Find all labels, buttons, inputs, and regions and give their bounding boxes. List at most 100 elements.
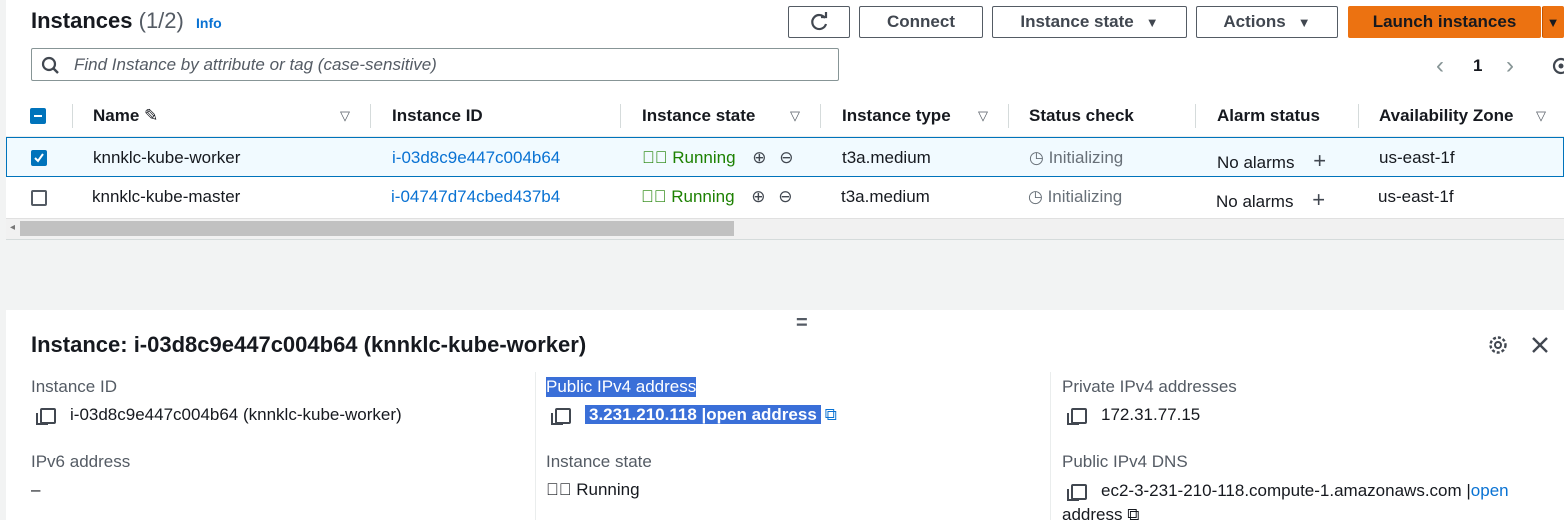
scrollbar-thumb[interactable] — [20, 221, 734, 236]
cell-alarm-status: No alarms + — [1216, 187, 1325, 213]
sort-icon[interactable]: ▽ — [1536, 108, 1546, 124]
alarm-text: No alarms — [1216, 192, 1294, 211]
public-ipv4-value: 3.231.210.118 |open address ⧉ — [551, 405, 837, 425]
zoom-in-icon[interactable]: ⊕ — [751, 187, 765, 207]
refresh-icon — [811, 12, 828, 31]
external-link-icon[interactable]: ⧉ — [825, 405, 837, 424]
sort-icon[interactable]: ▽ — [340, 108, 350, 124]
instance-state-dropdown[interactable]: Instance state ▼ — [992, 6, 1187, 38]
row-checkbox[interactable] — [31, 150, 47, 166]
copy-icon[interactable] — [1067, 483, 1087, 501]
previous-page-icon[interactable]: ‹ — [1436, 52, 1444, 80]
page-title: Instances (1/2) — [31, 8, 184, 33]
sort-icon[interactable]: ▽ — [790, 108, 800, 124]
select-all-checkbox[interactable] — [30, 108, 46, 124]
column-divider — [535, 372, 536, 520]
column-header-alarm-status[interactable]: Alarm status — [1217, 106, 1320, 126]
next-page-icon[interactable]: › — [1506, 52, 1514, 80]
instance-id-value: i-03d8c9e447c004b64 (knnklc-kube-worker) — [36, 405, 402, 425]
cell-name: knnklc-kube-master — [92, 187, 241, 206]
cell-instance-id-link[interactable]: i-04747d74cbed437b4 — [391, 187, 560, 207]
row-checkbox[interactable] — [31, 190, 47, 206]
refresh-button[interactable] — [788, 6, 850, 38]
cell-availability-zone: us-east-1f — [1379, 148, 1455, 167]
cell-status-check: ◷ Initializing — [1028, 187, 1122, 207]
column-header-status-check[interactable]: Status check — [1029, 106, 1134, 126]
add-alarm-icon[interactable]: + — [1312, 187, 1325, 212]
actions-label: Actions — [1223, 12, 1286, 31]
instance-state-label: Instance state — [1020, 12, 1134, 31]
column-header-name[interactable]: Name ✎ — [93, 106, 158, 126]
cell-alarm-status: No alarms + — [1217, 148, 1326, 174]
ipv6-value: – — [31, 480, 41, 499]
private-ipv4-label: Private IPv4 addresses — [1062, 377, 1237, 396]
public-dns-value: ec2-3-231-210-118.compute-1.amazonaws.co… — [1067, 481, 1509, 501]
settings-gear-icon[interactable] — [1487, 334, 1509, 356]
caret-down-icon: ▼ — [1546, 14, 1560, 30]
state-text: Running — [672, 148, 736, 167]
zoom-in-icon[interactable]: ⊕ — [752, 148, 766, 168]
zoom-out-icon[interactable]: ⊖ — [778, 187, 792, 207]
status-text: Initializing — [1048, 148, 1124, 167]
alarm-text: No alarms — [1217, 153, 1295, 172]
state-text: Running — [576, 480, 640, 499]
private-ipv4-value: 172.31.77.15 — [1067, 405, 1201, 425]
actions-dropdown[interactable]: Actions ▼ — [1196, 6, 1338, 38]
status-text: Initializing — [1047, 187, 1123, 206]
scroll-left-icon[interactable]: ◂ — [10, 222, 15, 233]
zoom-out-icon[interactable]: ⊖ — [779, 148, 793, 168]
private-ipv4-text: 172.31.77.15 — [1101, 405, 1201, 424]
column-header-instance-type[interactable]: Instance type — [842, 106, 951, 126]
column-header-instance-state[interactable]: Instance state — [642, 106, 755, 126]
check-circle-icon: ✓⃝ — [641, 187, 667, 206]
open-address-link[interactable]: open — [1471, 481, 1509, 500]
copy-icon[interactable] — [1067, 407, 1087, 425]
copy-icon[interactable] — [551, 407, 571, 425]
cell-instance-type: t3a.medium — [842, 148, 931, 167]
check-circle-icon: ✓⃝ — [546, 480, 572, 499]
table-row[interactable]: knnklc-kube-worker i-03d8c9e447c004b64 ✓… — [6, 137, 1564, 177]
connect-button[interactable]: Connect — [859, 6, 983, 38]
instance-id-label: Instance ID — [31, 377, 117, 396]
address-text[interactable]: address — [1062, 505, 1122, 524]
cell-name: knnklc-kube-worker — [93, 148, 241, 167]
search-input[interactable] — [72, 53, 836, 76]
launch-dropdown-button[interactable]: ▼ — [1542, 6, 1564, 38]
selection-count: (1/2) — [138, 8, 184, 33]
column-header-availability-zone[interactable]: Availability Zone — [1379, 106, 1513, 126]
cell-availability-zone: us-east-1f — [1378, 187, 1454, 206]
public-dns-text: ec2-3-231-210-118.compute-1.amazonaws.co… — [1101, 481, 1471, 500]
public-ipv4-text[interactable]: 3.231.210.118 |open address — [585, 405, 821, 424]
instance-state-value: ✓⃝ Running — [546, 480, 640, 500]
column-header-instance-id[interactable]: Instance ID — [392, 106, 483, 126]
table-row[interactable]: knnklc-kube-master i-04747d74cbed437b4 ✓… — [6, 177, 1564, 217]
open-address-link-continued[interactable]: address ⧉ — [1062, 505, 1139, 525]
copy-icon[interactable] — [36, 407, 56, 425]
details-title: Instance: i-03d8c9e447c004b64 (knnklc-ku… — [31, 332, 587, 357]
public-dns-label: Public IPv4 DNS — [1062, 452, 1188, 471]
column-divider — [1050, 372, 1051, 520]
settings-gear-icon[interactable] — [1550, 54, 1564, 78]
launch-instances-button[interactable]: Launch instances — [1348, 6, 1541, 38]
info-link[interactable]: Info — [196, 15, 222, 31]
page-number[interactable]: 1 — [1473, 56, 1482, 76]
cell-instance-state: ✓⃝ Running ⊕ ⊖ — [641, 187, 793, 207]
cell-instance-state: ✓⃝ Running ⊕ ⊖ — [642, 148, 794, 168]
table-header: Name ✎ ▽ Instance ID Instance state ▽ In… — [6, 96, 1564, 137]
clock-icon: ◷ — [1029, 148, 1044, 167]
check-circle-icon: ✓⃝ — [642, 148, 668, 167]
add-alarm-icon[interactable]: + — [1313, 148, 1326, 173]
cell-instance-id-link[interactable]: i-03d8c9e447c004b64 — [392, 148, 560, 168]
external-link-icon[interactable]: ⧉ — [1127, 505, 1139, 524]
clock-icon: ◷ — [1028, 187, 1043, 206]
cell-status-check: ◷ Initializing — [1029, 148, 1123, 168]
caret-down-icon: ▼ — [1297, 14, 1311, 30]
instance-state-label: Instance state — [546, 452, 652, 471]
edit-pencil-icon: ✎ — [144, 106, 159, 125]
state-text: Running — [671, 187, 735, 206]
close-icon[interactable] — [1530, 335, 1550, 355]
ipv6-label: IPv6 address — [31, 452, 131, 471]
sort-icon[interactable]: ▽ — [978, 108, 988, 124]
search-box[interactable] — [31, 48, 839, 81]
split-panel-drag-handle[interactable]: = — [796, 312, 808, 335]
